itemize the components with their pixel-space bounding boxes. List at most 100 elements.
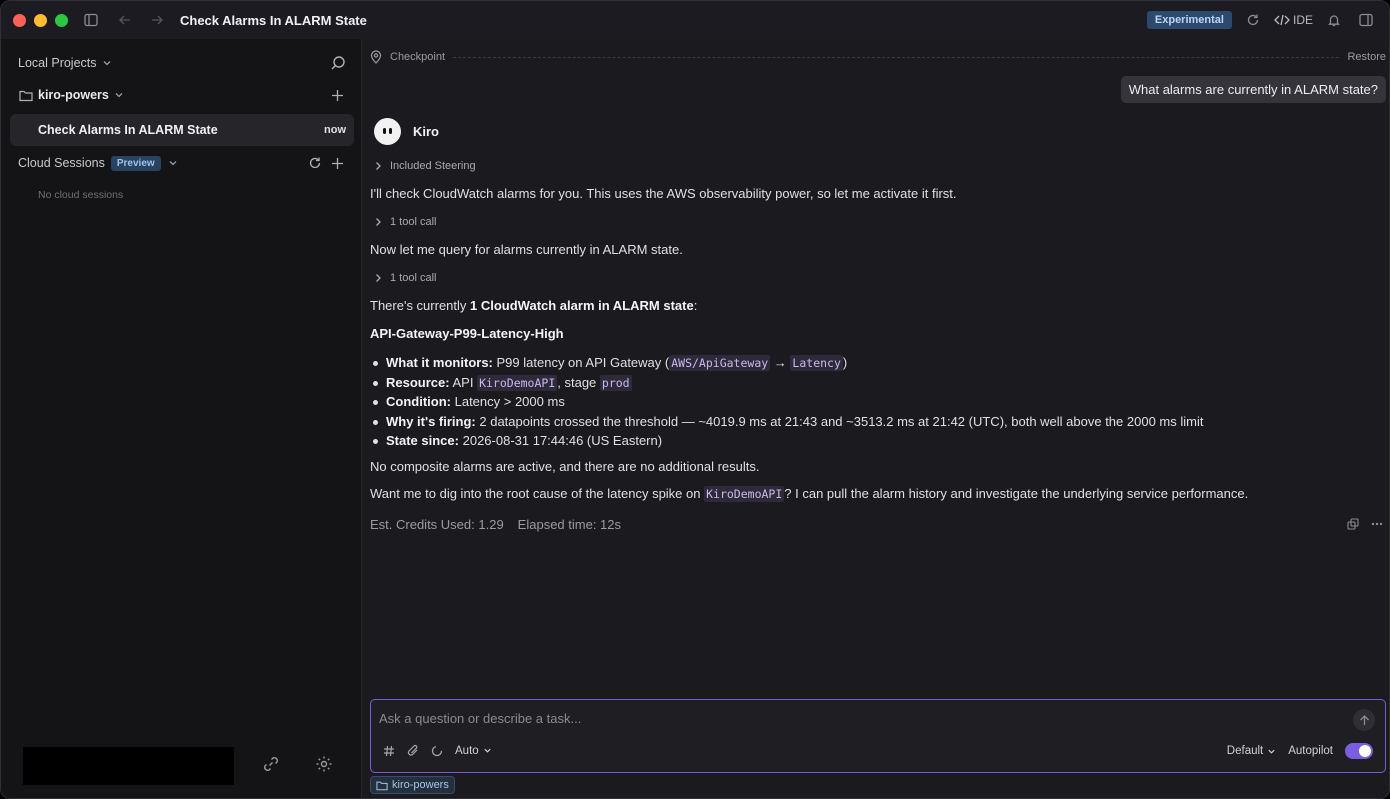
preview-badge: Preview [110,155,161,171]
panel-toggle-icon[interactable] [1355,9,1377,31]
close-window-button[interactable] [13,13,26,27]
bullet-label: Why it's firing: [386,413,476,429]
included-steering-toggle[interactable]: Included Steering [374,160,476,172]
bullet-text: P99 latency on API Gateway ( [496,355,670,370]
msg3-prefix: There's currently [370,298,471,313]
bullet-label: Resource: [386,374,450,390]
autopilot-label: Autopilot [1288,745,1333,757]
cloud-sessions-header: Cloud Sessions Preview [1,153,362,173]
tool-call-toggle[interactable]: 1 tool call [374,272,436,284]
experimental-badge: Experimental [1146,11,1232,29]
checkpoint-bar: Checkpoint Restore [370,49,1386,65]
msg3-suffix: : [693,298,698,313]
mode-select[interactable]: Auto [455,745,492,757]
back-arrow-icon[interactable] [114,9,136,31]
bullet-text: 2026-08-31 17:44:46 (US Eastern) [462,433,663,448]
assistant-message-1: I'll check CloudWatch alarms for you. Th… [370,186,957,201]
pin-icon [370,50,382,64]
more-icon[interactable] [1371,518,1383,530]
sidebar: Local Projects kiro-powers Check Alarms … [1,39,362,798]
inline-code: KiroDemoAPI [704,486,785,502]
message-actions [1347,518,1383,530]
inline-code: AWS/ApiGateway [669,355,771,371]
paperclip-icon[interactable] [407,744,419,757]
chevron-down-icon[interactable] [114,90,124,100]
context-chip-label: kiro-powers [392,779,449,791]
assistant-header: Kiro [374,118,439,145]
session-item-active[interactable]: Check Alarms In ALARM State now [10,114,354,146]
model-label: Default [1226,745,1264,757]
assistant-message-2: Now let me query for alarms currently in… [370,242,683,257]
refresh-icon[interactable] [308,156,322,170]
maximize-window-button[interactable] [55,13,68,27]
ide-label: IDE [1292,13,1313,27]
included-steering-label: Included Steering [390,160,476,172]
restore-button[interactable]: Restore [1347,51,1386,63]
list-item: State since: 2026-08-31 17:44:46 (US Eas… [370,431,1203,451]
chevron-right-icon [376,218,381,226]
mode-label: Auto [455,744,479,757]
spinner-icon [431,745,443,757]
app-window: Check Alarms In ALARM State Experimental… [0,0,1390,799]
chevron-down-icon [1268,749,1275,754]
list-item: Condition: Latency > 2000 ms [370,392,1203,412]
code-icon [1274,14,1290,26]
user-message: What alarms are currently in ALARM state… [1120,76,1386,103]
bullet-text: API [452,374,474,390]
chevron-down-icon[interactable] [102,58,112,68]
project-row[interactable]: kiro-powers [1,85,362,105]
tool-call-toggle[interactable]: 1 tool call [374,216,436,228]
context-chip[interactable]: kiro-powers [370,776,455,794]
sidebar-toggle-icon[interactable] [80,9,102,31]
bullet-label: State since: [386,433,459,448]
add-icon[interactable] [331,157,344,170]
chat-input[interactable] [379,708,1329,728]
list-item: What it monitors: P99 latency on API Gat… [370,353,1203,373]
inline-code: KiroDemoAPI [477,374,558,391]
account-box[interactable] [23,747,234,785]
autopilot-toggle[interactable] [1345,743,1373,759]
chevron-down-icon[interactable] [168,158,178,168]
window-controls [13,13,68,27]
alarm-name: API-Gateway-P99-Latency-High [370,326,564,341]
title-bar: Check Alarms In ALARM State Experimental… [1,1,1389,39]
local-projects-label[interactable]: Local Projects [18,56,97,70]
hash-icon[interactable] [383,745,395,757]
copy-icon[interactable] [1347,518,1359,530]
send-button[interactable] [1353,709,1375,731]
no-cloud-sessions-text: No cloud sessions [38,189,124,201]
refresh-icon[interactable] [1242,9,1264,31]
gear-icon[interactable] [315,755,333,776]
minimize-window-button[interactable] [34,13,47,27]
model-select[interactable]: Default [1227,745,1276,757]
checkpoint-divider [453,56,1340,58]
credits-used: Est. Credits Used: 1.29 [370,517,504,532]
assistant-message-4: No composite alarms are active, and ther… [370,459,760,474]
msg5-prefix: Want me to dig into the root cause of th… [370,486,705,501]
arrow-up-icon [1359,714,1369,725]
chevron-right-icon [376,162,381,170]
chevron-down-icon [484,748,491,753]
session-title: Check Alarms In ALARM State [38,123,218,137]
kiro-avatar-icon [374,118,401,145]
usage-meta: Est. Credits Used: 1.29 Elapsed time: 12… [370,517,621,532]
list-item: Why it's firing: 2 datapoints crossed th… [370,412,1203,432]
folder-icon [19,89,33,102]
link-icon[interactable] [262,755,280,776]
composer-tools: Auto [383,744,492,757]
search-icon[interactable] [330,55,346,71]
tool-call-label: 1 tool call [390,272,437,284]
cloud-sessions-label[interactable]: Cloud Sessions [18,156,105,170]
bullet-text: , stage [557,374,597,390]
inline-code: prod [599,374,632,391]
forward-arrow-icon[interactable] [146,9,168,31]
chevron-right-icon [376,274,381,282]
assistant-message-5: Want me to dig into the root cause of th… [370,486,1248,502]
ide-button[interactable]: IDE [1274,13,1313,27]
bell-icon[interactable] [1323,9,1345,31]
elapsed-time: Elapsed time: 12s [517,517,622,532]
project-name: kiro-powers [38,88,109,102]
title-bar-actions: Experimental IDE [1146,1,1377,39]
inline-code: Latency [790,355,843,371]
add-icon[interactable] [331,89,344,102]
